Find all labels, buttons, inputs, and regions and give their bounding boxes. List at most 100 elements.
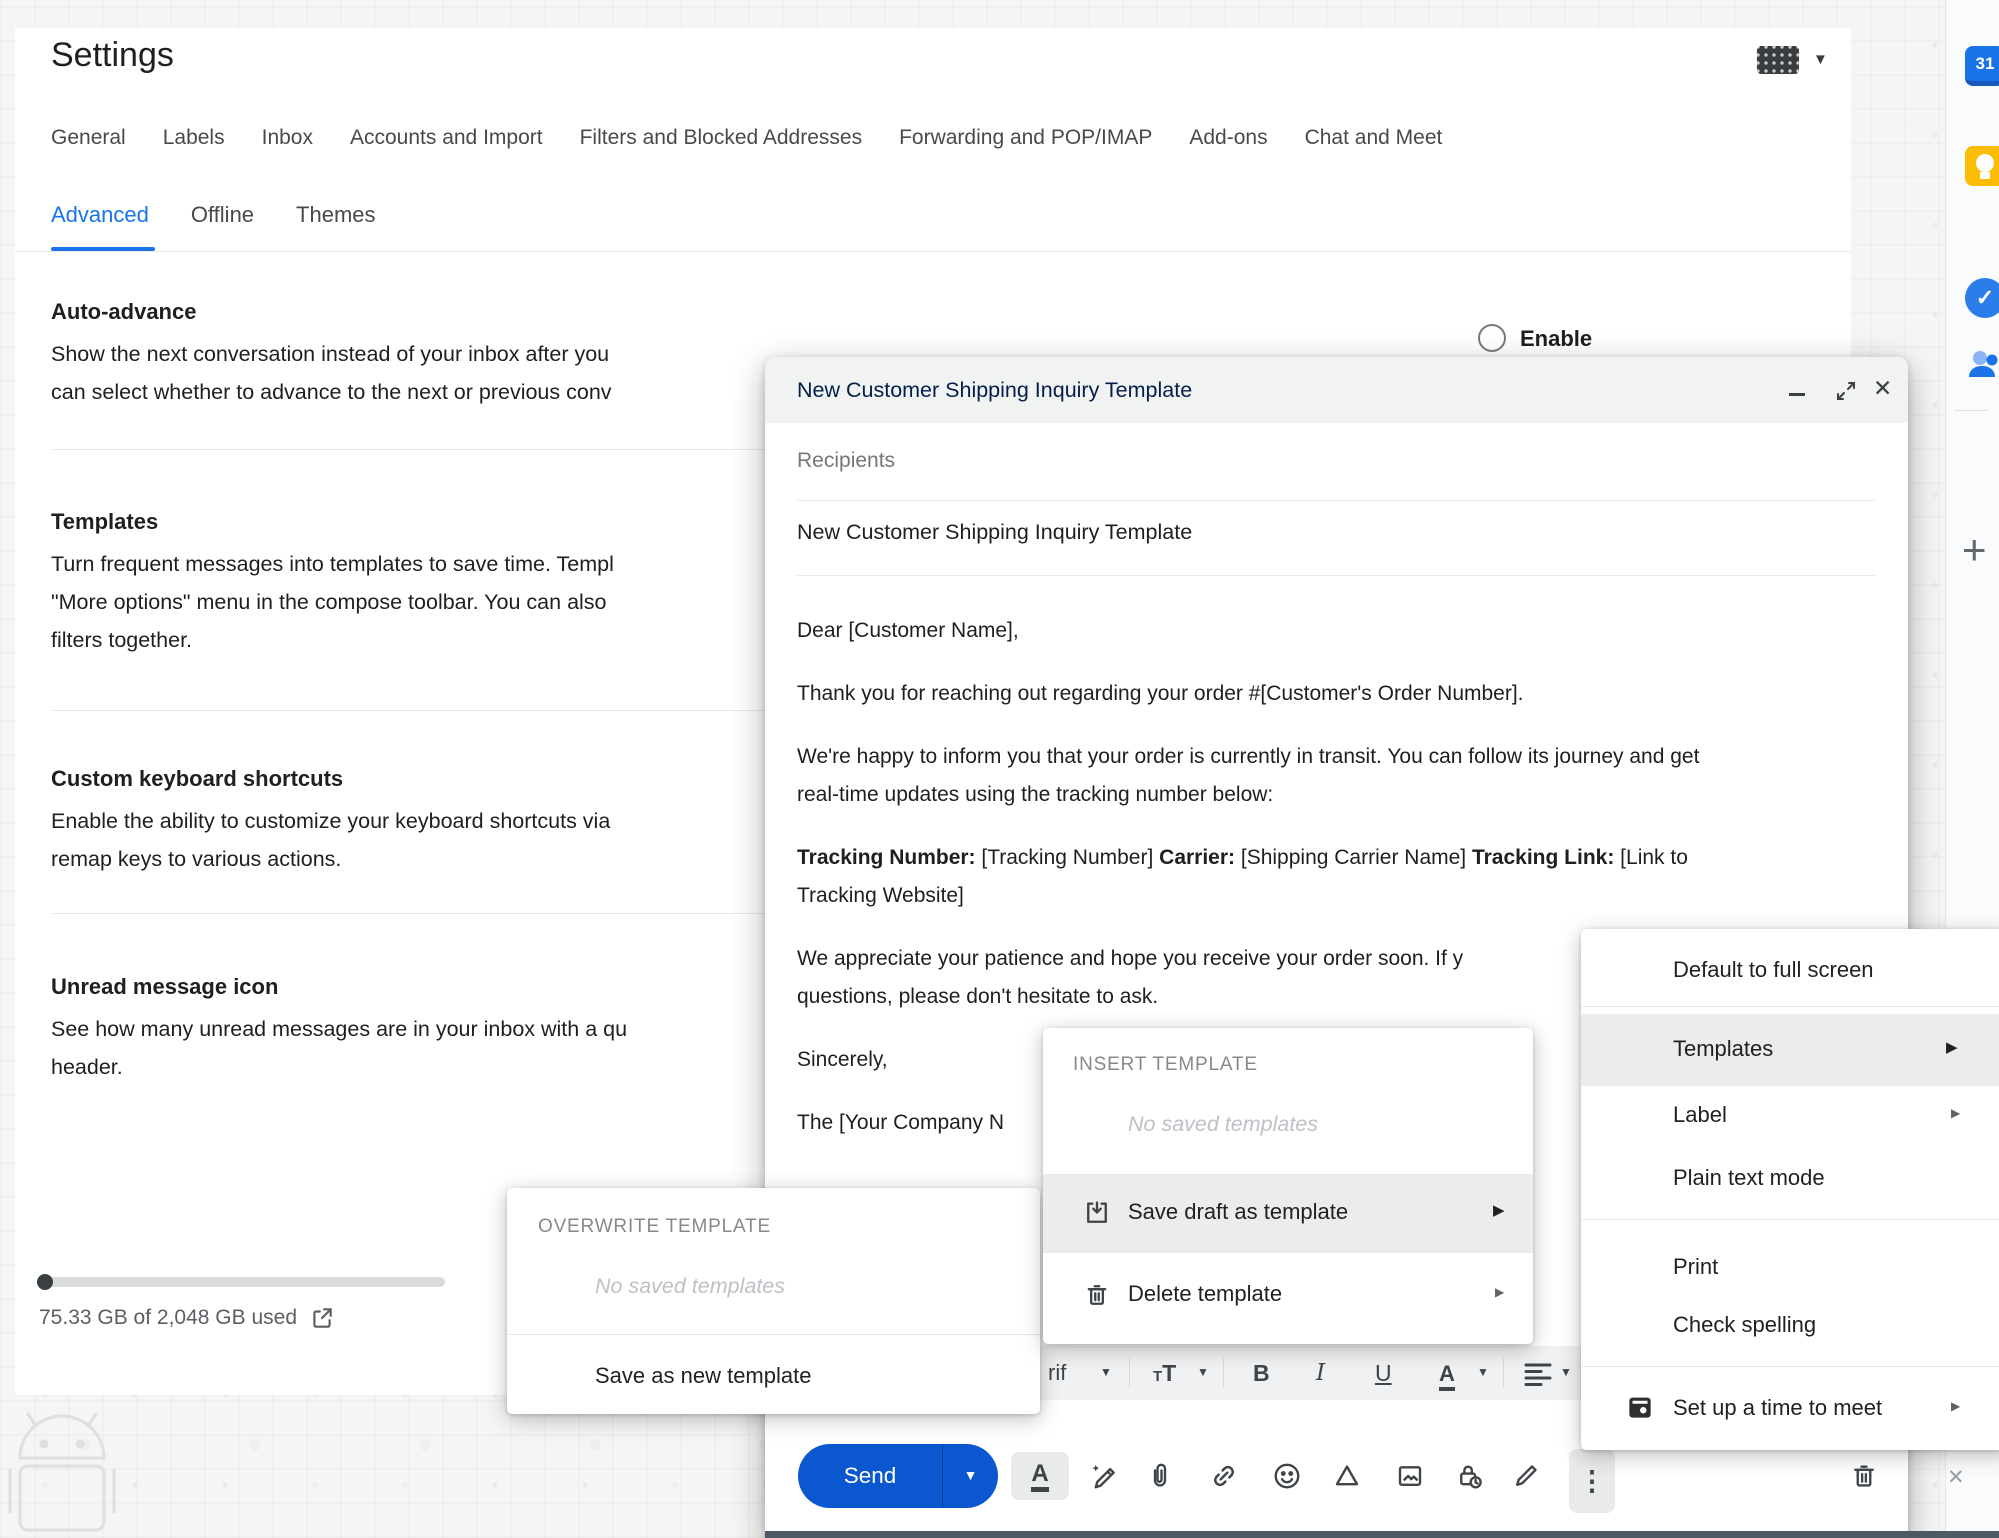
font-size-caret-icon[interactable]: ▼: [1197, 1365, 1209, 1379]
calendar-icon[interactable]: 31: [1965, 46, 1999, 86]
close-icon[interactable]: ✕: [1873, 375, 1892, 402]
default-to-full-screen-item[interactable]: Default to full screen: [1673, 957, 1874, 983]
send-button[interactable]: Send ▼: [798, 1444, 998, 1508]
recipients-field[interactable]: Recipients: [797, 449, 895, 473]
confidential-mode-icon[interactable]: [1448, 1454, 1492, 1498]
submenu-chevron-icon: ▶: [1946, 1038, 1958, 1056]
section-text: See how many unread messages are in your…: [51, 1010, 767, 1048]
open-in-new-icon[interactable]: [309, 1305, 335, 1331]
overwrite-template-menu: OVERWRITE TEMPLATE No saved templates Sa…: [507, 1188, 1040, 1414]
insert-emoji-icon[interactable]: [1265, 1454, 1309, 1498]
bold-icon[interactable]: B: [1253, 1356, 1270, 1390]
tab-advanced[interactable]: Advanced: [51, 202, 149, 228]
field-divider: [797, 500, 1876, 501]
label-item[interactable]: Label ▶: [1581, 1086, 1999, 1148]
insert-link-icon[interactable]: [1202, 1454, 1246, 1498]
body-paragraph: Thank you for reaching out regarding you…: [797, 675, 1883, 713]
section-text: Show the next conversation instead of yo…: [51, 335, 767, 373]
tab-offline[interactable]: Offline: [191, 202, 254, 228]
section-text: Enable the ability to customize your key…: [51, 802, 767, 840]
section-text: header.: [51, 1048, 767, 1086]
body-paragraph: Tracking Number: [Tracking Number] Carri…: [797, 839, 1883, 915]
toolbar-separator: [1503, 1358, 1504, 1388]
help-me-write-icon[interactable]: [1080, 1454, 1124, 1498]
android-robot-sketch: [2, 1412, 122, 1538]
field-divider: [797, 575, 1876, 576]
settings-tabs-row1: General Labels Inbox Accounts and Import…: [51, 126, 1442, 150]
tab-add-ons[interactable]: Add-ons: [1189, 126, 1267, 150]
body-paragraph: Dear [Customer Name],: [797, 612, 1883, 650]
insert-template-header: INSERT TEMPLATE: [1073, 1054, 1258, 1076]
font-size-icon[interactable]: TT: [1153, 1356, 1176, 1390]
insert-photo-icon[interactable]: [1388, 1454, 1432, 1498]
check-spelling-item[interactable]: Check spelling: [1673, 1312, 1816, 1338]
drive-icon[interactable]: [1325, 1454, 1369, 1498]
label-label: Label: [1673, 1102, 1727, 1128]
tab-themes[interactable]: Themes: [296, 202, 375, 228]
align-icon[interactable]: [1523, 1360, 1553, 1388]
print-item[interactable]: Print: [1673, 1254, 1718, 1280]
more-options-icon[interactable]: ⋮: [1569, 1449, 1615, 1513]
section-heading-templates: Templates: [51, 503, 158, 541]
tab-inbox[interactable]: Inbox: [262, 126, 313, 150]
input-tools-caret-icon[interactable]: ▼: [1813, 51, 1828, 68]
tab-filters-and-blocked-addresses[interactable]: Filters and Blocked Addresses: [580, 126, 862, 150]
side-panel-divider: [1954, 410, 1988, 411]
section-text: "More options" menu in the compose toolb…: [51, 583, 767, 621]
menu-divider: [507, 1334, 1040, 1335]
compose-options-menu: Default to full screen Templates ▶ Label…: [1581, 929, 1999, 1450]
save-template-icon: [1083, 1199, 1111, 1227]
attach-file-icon[interactable]: [1138, 1454, 1182, 1498]
section-heading-auto-advance: Auto-advance: [51, 293, 196, 331]
panel-close-icon[interactable]: ✕: [1947, 1465, 1965, 1490]
compose-header[interactable]: New Customer Shipping Inquiry Template ✕: [765, 357, 1908, 423]
section-heading-custom-keyboard-shortcuts: Custom keyboard shortcuts: [51, 760, 343, 798]
save-as-new-template-item[interactable]: Save as new template: [595, 1363, 811, 1389]
trash-icon: [1083, 1281, 1111, 1309]
contacts-icon[interactable]: [1965, 345, 1999, 385]
keep-icon[interactable]: [1965, 146, 1999, 186]
delete-template-item[interactable]: Delete template ▶: [1043, 1261, 1533, 1333]
tasks-icon[interactable]: [1965, 278, 1999, 318]
submenu-chevron-icon: ▶: [1493, 1201, 1505, 1219]
bottom-edge-strip: [765, 1531, 1999, 1538]
tab-labels[interactable]: Labels: [163, 126, 225, 150]
storage-usage-text: 75.33 GB of 2,048 GB used: [39, 1306, 297, 1330]
tab-forwarding-and-pop-imap[interactable]: Forwarding and POP/IMAP: [899, 126, 1152, 150]
discard-draft-icon[interactable]: [1842, 1454, 1886, 1498]
overwrite-template-header: OVERWRITE TEMPLATE: [538, 1216, 771, 1238]
signature-icon[interactable]: [1504, 1454, 1548, 1498]
align-caret-icon[interactable]: ▼: [1560, 1365, 1572, 1379]
section-heading-unread-message-icon: Unread message icon: [51, 968, 278, 1006]
auto-advance-enable-radio[interactable]: [1478, 324, 1506, 352]
tab-general[interactable]: General: [51, 126, 126, 150]
compose-title: New Customer Shipping Inquiry Template: [797, 357, 1192, 423]
templates-item[interactable]: Templates ▶: [1581, 1014, 1999, 1086]
body-paragraph: We're happy to inform you that your orde…: [797, 738, 1883, 814]
pop-out-icon[interactable]: [1835, 380, 1857, 402]
keyboard-icon[interactable]: [1757, 46, 1799, 74]
set-up-a-time-to-meet-item[interactable]: Set up a time to meet ▶: [1581, 1374, 1999, 1446]
text-color-caret-icon[interactable]: ▼: [1477, 1365, 1489, 1379]
menu-divider: [1581, 1219, 1999, 1220]
submenu-chevron-icon: ▶: [1951, 1399, 1960, 1413]
tab-accounts-and-import[interactable]: Accounts and Import: [350, 126, 543, 150]
text-color-icon[interactable]: A: [1439, 1361, 1455, 1391]
tab-chat-and-meet[interactable]: Chat and Meet: [1305, 126, 1443, 150]
send-button-label[interactable]: Send: [798, 1444, 942, 1508]
subject-field[interactable]: New Customer Shipping Inquiry Template: [797, 520, 1192, 545]
plain-text-mode-item[interactable]: Plain text mode: [1673, 1165, 1825, 1191]
send-options-caret-icon[interactable]: ▼: [942, 1444, 998, 1508]
gmail-settings-page: Settings ▼ General Labels Inbox Accounts…: [0, 0, 1999, 1538]
underline-icon[interactable]: U: [1375, 1356, 1392, 1390]
insert-template-menu: INSERT TEMPLATE No saved templates Save …: [1043, 1028, 1533, 1344]
set-up-a-time-to-meet-label: Set up a time to meet: [1673, 1395, 1882, 1421]
font-family-caret-icon[interactable]: ▼: [1100, 1365, 1112, 1379]
get-addons-icon[interactable]: +: [1962, 526, 1987, 574]
italic-icon[interactable]: I: [1316, 1356, 1325, 1390]
formatting-options-icon[interactable]: A: [1011, 1452, 1069, 1500]
save-draft-as-template-item[interactable]: Save draft as template ▶: [1043, 1175, 1533, 1253]
font-family-selector[interactable]: rif: [1048, 1356, 1066, 1390]
menu-divider: [1581, 1366, 1999, 1367]
minimize-icon[interactable]: [1789, 393, 1805, 396]
